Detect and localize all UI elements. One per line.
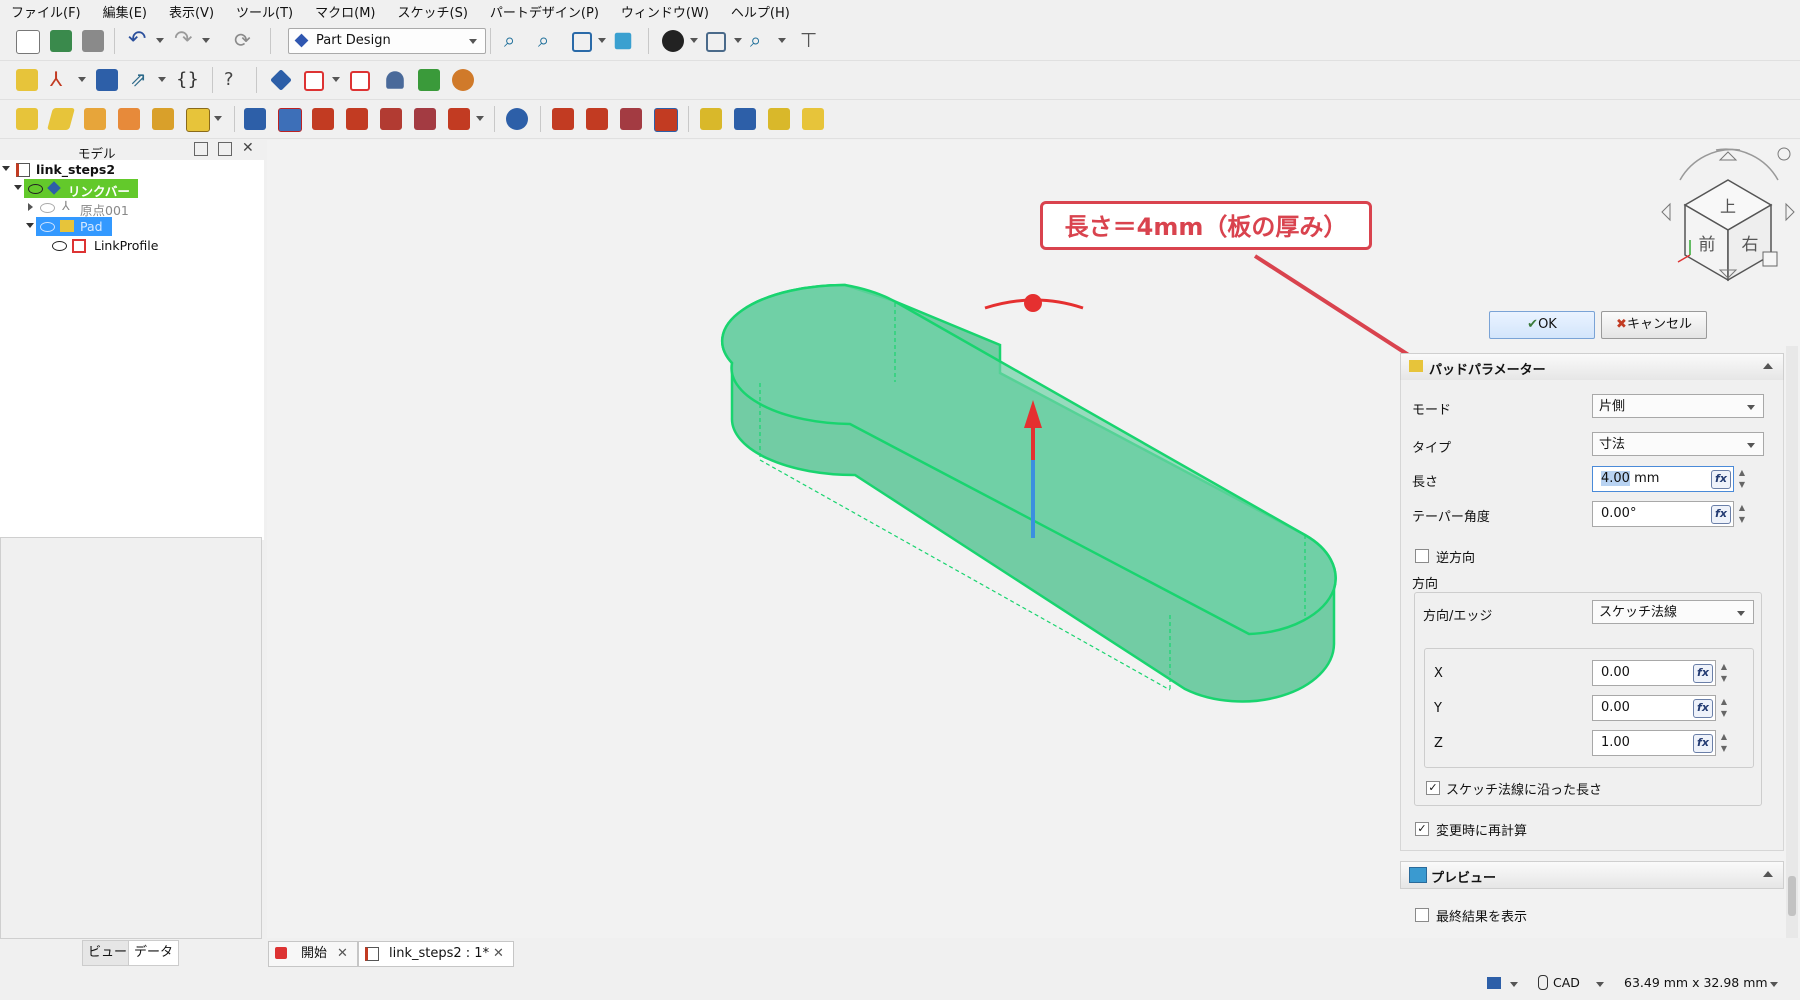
direction-edge-label: 方向/エッジ [1423, 609, 1493, 624]
x-value: 0.00 [1601, 665, 1630, 680]
preview-icon [1409, 867, 1427, 883]
length-input[interactable]: 4.00 mm fx ▲ ▼ [1592, 466, 1745, 492]
reversed-label: 逆方向 [1436, 551, 1476, 566]
preview-title: プレビュー [1431, 871, 1497, 886]
taper-angle-input[interactable]: 0.00° fx ▲ ▼ [1592, 501, 1745, 527]
reversed-checkbox[interactable] [1415, 549, 1429, 563]
direction-group-label: 方向 [1412, 577, 1439, 592]
navcube-menu-icon[interactable] [1777, 147, 1791, 161]
arrow-right-icon[interactable] [1785, 202, 1795, 222]
rotate-cw-icon[interactable] [1715, 148, 1779, 181]
chevron-down-icon[interactable] [1770, 982, 1778, 987]
chevron-down-icon [1747, 443, 1755, 448]
draw-style-status-icon[interactable] [1487, 977, 1501, 989]
mode-value: 片側 [1599, 399, 1626, 414]
formula-icon[interactable]: fx [1693, 734, 1713, 753]
mode-label: モード [1412, 403, 1452, 418]
chevron-up-icon[interactable] [1763, 871, 1773, 877]
show-final-checkbox[interactable] [1415, 908, 1429, 922]
close-icon[interactable]: ✕ [337, 942, 348, 966]
scrollbar-thumb[interactable] [1788, 876, 1796, 916]
length-label: 長さ [1412, 475, 1439, 490]
chevron-down-icon [1747, 405, 1755, 410]
type-value: 寸法 [1599, 437, 1626, 452]
tab-start[interactable]: 開始 ✕ [268, 941, 358, 967]
mode-select[interactable]: 片側 [1592, 394, 1764, 418]
x-label: X [1434, 666, 1443, 681]
pad-icon [1409, 360, 1423, 372]
z-input[interactable]: 1.00 fx ▲ ▼ [1592, 730, 1727, 756]
show-final-label: 最終結果を表示 [1436, 910, 1528, 925]
spin-arrows-icon[interactable]: ▲ ▼ [1735, 502, 1749, 526]
preview-header[interactable]: プレビュー [1400, 861, 1784, 889]
spin-arrows-icon[interactable]: ▲ ▼ [1717, 696, 1731, 720]
y-input[interactable]: 0.00 fx ▲ ▼ [1592, 695, 1727, 721]
task-panel-scrollbar[interactable] [1786, 346, 1798, 938]
document-icon [365, 947, 379, 961]
spin-arrows-icon[interactable]: ▲ ▼ [1717, 731, 1731, 755]
checkmark-icon: ✔ [1527, 317, 1539, 332]
x-input[interactable]: 0.00 fx ▲ ▼ [1592, 660, 1727, 686]
along-normal-label: スケッチ法線に沿った長さ [1446, 783, 1603, 798]
taper-angle-value: 0.00° [1601, 506, 1637, 521]
chevron-down-icon [1737, 611, 1745, 616]
recompute-label: 変更時に再計算 [1436, 824, 1528, 839]
chevron-down-icon[interactable] [1510, 982, 1518, 987]
navcube-right-label: 右 [1742, 235, 1759, 255]
direction-edge-value: スケッチ法線 [1599, 605, 1678, 620]
arrow-up-icon[interactable] [1718, 151, 1738, 161]
pad-parameters-header[interactable]: パッドパラメーター [1400, 353, 1784, 381]
navigation-style[interactable]: CAD [1553, 975, 1580, 990]
arrow-left-icon[interactable] [1661, 202, 1671, 222]
cancel-x-icon: ✖ [1616, 317, 1627, 332]
type-label: タイプ [1412, 441, 1452, 456]
ok-label: OK [1538, 317, 1557, 332]
document-tabs: 開始 ✕ link_steps2 : 1* ✕ [264, 938, 1800, 967]
navcube-front-label: 前 [1699, 235, 1716, 255]
ok-button[interactable]: ✔OK [1489, 311, 1595, 339]
y-value: 0.00 [1601, 700, 1630, 715]
chevron-up-icon[interactable] [1763, 363, 1773, 369]
recompute-checkbox[interactable]: ✓ [1415, 822, 1429, 836]
formula-icon[interactable]: fx [1693, 699, 1713, 718]
view-menu-cube-icon[interactable] [1762, 251, 1778, 267]
formula-icon[interactable]: fx [1711, 505, 1731, 524]
dimension-readout: 63.49 mm x 32.98 mm [1624, 975, 1768, 990]
y-label: Y [1434, 701, 1442, 716]
mouse-icon [1538, 975, 1548, 990]
length-value: 4.00 [1601, 471, 1630, 486]
status-bar: CAD 63.49 mm x 32.98 mm [0, 968, 1800, 1000]
navigation-cube[interactable]: 上 前 右 [1661, 147, 1795, 282]
z-value: 1.00 [1601, 735, 1630, 750]
spin-arrows-icon[interactable]: ▲ ▼ [1735, 467, 1749, 491]
type-select[interactable]: 寸法 [1592, 432, 1764, 456]
length-dragger-handle[interactable] [1024, 294, 1042, 312]
spin-arrows-icon[interactable]: ▲ ▼ [1717, 661, 1731, 685]
tab-start-label: 開始 [301, 946, 328, 961]
taper-angle-label: テーパー角度 [1412, 510, 1490, 525]
tab-document[interactable]: link_steps2 : 1* ✕ [358, 941, 514, 967]
axis-x-icon [1677, 254, 1691, 263]
formula-icon[interactable]: fx [1711, 470, 1731, 489]
pad-parameters-title: パッドパラメーター [1429, 363, 1546, 378]
formula-icon[interactable]: fx [1693, 664, 1713, 683]
annotation-callout: 長さ＝4mm（板の厚み） [1040, 201, 1372, 250]
cancel-label: キャンセル [1626, 317, 1692, 332]
freecad-icon [275, 947, 287, 959]
navcube-top-label: 上 [1720, 197, 1736, 216]
rotate-ccw-icon[interactable] [1679, 148, 1741, 181]
tab-document-label: link_steps2 : 1* [389, 946, 490, 961]
direction-edge-select[interactable]: スケッチ法線 [1592, 600, 1754, 624]
chevron-down-icon[interactable] [1596, 982, 1604, 987]
length-unit: mm [1634, 471, 1660, 486]
close-icon[interactable]: ✕ [493, 942, 504, 966]
z-label: Z [1434, 736, 1443, 751]
cancel-button[interactable]: ✖キャンセル [1601, 311, 1707, 339]
along-normal-checkbox[interactable]: ✓ [1426, 781, 1440, 795]
